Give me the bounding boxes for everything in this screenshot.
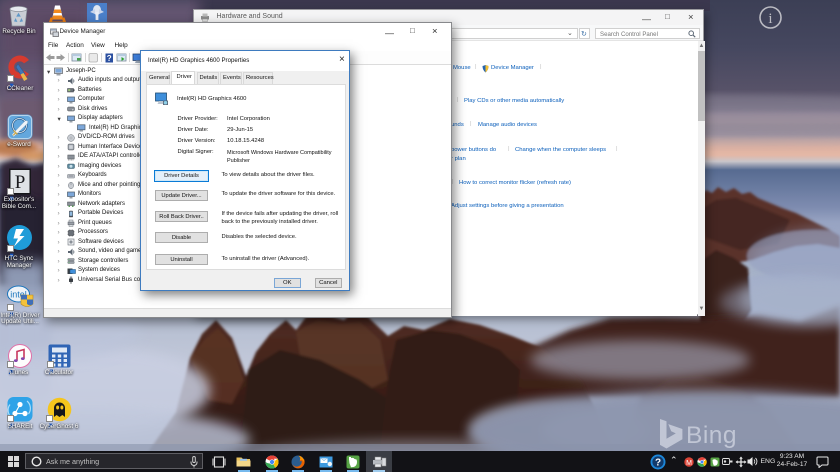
svg-text:Bing: Bing: [686, 422, 737, 449]
svg-text:M: M: [686, 459, 692, 466]
svg-text:?: ?: [107, 54, 112, 63]
svg-text:P: P: [15, 172, 26, 193]
svg-text:i: i: [768, 11, 772, 27]
svg-text:?: ?: [655, 457, 661, 468]
